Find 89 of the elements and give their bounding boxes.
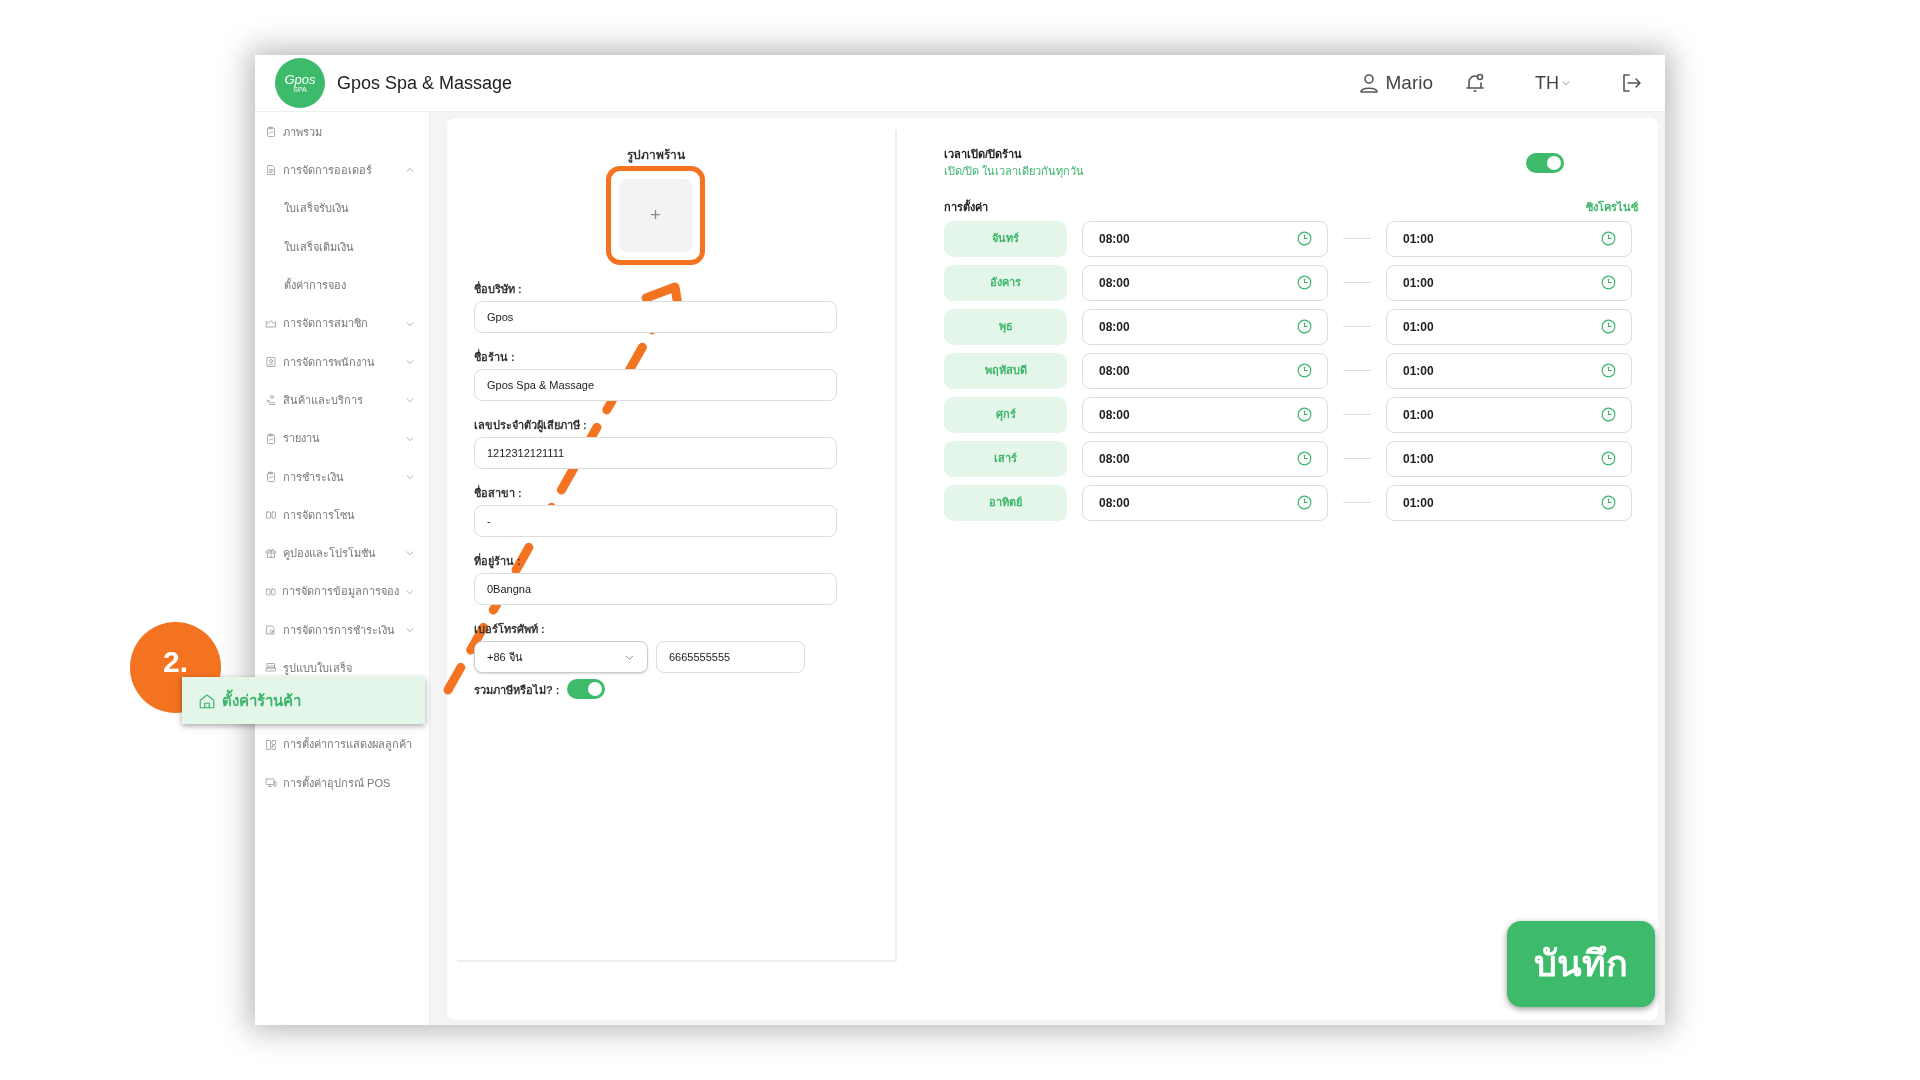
- text-field[interactable]: Gpos Spa & Massage: [474, 369, 837, 401]
- panel-icon: [265, 585, 277, 598]
- sidebar-subitem[interactable]: ใบเสร็จเติมเงิน: [255, 227, 429, 267]
- field-label: เลขประจำตัวผู้เสียภาษี :: [474, 418, 588, 431]
- time-field[interactable]: 01:00: [1386, 396, 1632, 433]
- brand-name: Gpos Spa & Massage: [337, 71, 513, 95]
- text-field[interactable]: Gpos: [474, 301, 837, 333]
- day-label: อาทิตย์: [944, 484, 1067, 521]
- section-title: เวลาเปิด/ปิดร้าน: [944, 147, 1024, 162]
- sidebar-subitem[interactable]: ตั้งค่าการจอง: [255, 266, 429, 305]
- clock-icon: [1600, 318, 1617, 335]
- field-label: ที่อยู่ร้าน :: [474, 553, 522, 567]
- time-field[interactable]: 08:00: [1082, 440, 1328, 477]
- day-label: พุธ: [944, 308, 1067, 345]
- tax-label: รวมภาษีหรือไม่? :: [474, 683, 560, 696]
- sidebar-item[interactable]: คูปองและโปรโมชัน: [255, 534, 429, 573]
- sidebar-item[interactable]: การจัดการสมาชิก: [255, 304, 429, 343]
- country-code-select[interactable]: +86 จีน: [474, 641, 648, 673]
- panel-icon: [265, 509, 277, 522]
- sidebar-item[interactable]: การจัดการการชำระเงิน: [255, 610, 429, 650]
- field-label: ชื่อบริษัท :: [474, 281, 523, 295]
- id-card-icon: [265, 355, 277, 368]
- time-field[interactable]: 08:00: [1082, 308, 1328, 345]
- monitor-icon: [265, 776, 277, 789]
- layout-icon: [265, 738, 277, 751]
- field-label: ชื่อร้าน :: [474, 349, 516, 363]
- language-selector[interactable]: TH: [1535, 69, 1571, 97]
- time-field[interactable]: 01:00: [1386, 308, 1632, 345]
- sidebar-item[interactable]: การจัดการข้อมูลการจอง: [255, 572, 429, 611]
- sidebar-item[interactable]: การจัดการโซน: [255, 495, 429, 535]
- clipboard-icon: [265, 470, 277, 483]
- chevron-down-icon: [1561, 78, 1571, 88]
- sidebar-item[interactable]: รายงาน: [255, 419, 429, 458]
- toggle-switch[interactable]: [1526, 152, 1564, 173]
- clipboard-icon: [265, 126, 277, 139]
- clock-icon: [1296, 230, 1313, 247]
- day-label: เสาร์: [944, 440, 1067, 477]
- time-field[interactable]: 01:00: [1386, 264, 1632, 301]
- text-field[interactable]: 0Bangna: [474, 573, 837, 605]
- clipboard-icon: [265, 432, 277, 445]
- time-field[interactable]: 08:00: [1082, 352, 1328, 389]
- clock-icon: [1600, 406, 1617, 423]
- image-label: รูปภาพร้าน: [626, 147, 685, 164]
- sidebar-subitem[interactable]: ใบเสร็จรับเงิน: [255, 189, 429, 228]
- clock-icon: [1296, 450, 1313, 467]
- day-label: ศุกร์: [944, 396, 1067, 433]
- text-field[interactable]: -: [474, 505, 837, 537]
- sidebar-item[interactable]: สินค้าและบริการ: [255, 381, 429, 420]
- notification-icon[interactable]: [1463, 71, 1487, 95]
- time-field[interactable]: 01:00: [1386, 220, 1632, 257]
- clock-icon: [1296, 274, 1313, 291]
- sidebar-item[interactable]: ภาพรวม: [255, 113, 429, 152]
- clock-icon: [1296, 318, 1313, 335]
- clock-icon: [1600, 274, 1617, 291]
- time-field[interactable]: 01:00: [1386, 440, 1632, 477]
- folder-icon: [265, 624, 277, 636]
- time-field[interactable]: 01:00: [1386, 352, 1632, 389]
- document-icon: [265, 164, 277, 177]
- clock-icon: [1600, 450, 1617, 467]
- sidebar-item[interactable]: การจัดการพนักงาน: [255, 342, 429, 382]
- clock-icon: [1296, 494, 1313, 511]
- clock-icon: [1296, 406, 1313, 423]
- clock-icon: [1600, 362, 1617, 379]
- sidebar-item[interactable]: การจัดการออเดอร์: [255, 151, 429, 190]
- time-field[interactable]: 08:00: [1082, 264, 1328, 301]
- people-icon: [265, 394, 277, 407]
- toggle-switch[interactable]: [567, 679, 606, 699]
- clock-icon: [1296, 362, 1313, 379]
- gift-icon: [265, 547, 277, 560]
- settings-label: การตั้งค่า: [944, 199, 988, 215]
- sidebar-item[interactable]: การชำระเงิน: [255, 457, 429, 496]
- day-label: จันทร์: [944, 220, 1067, 257]
- user-name[interactable]: Mario: [1385, 68, 1433, 98]
- sidebar-item[interactable]: การตั้งค่าการแสดงผลลูกค้า: [255, 725, 429, 764]
- clock-icon: [1600, 230, 1617, 247]
- day-label: อังคาร: [944, 264, 1067, 301]
- phone-field[interactable]: 6665555555: [656, 641, 805, 673]
- time-field[interactable]: 01:00: [1386, 484, 1632, 521]
- crown-icon: [265, 317, 277, 330]
- day-label: พฤหัสบดี: [944, 352, 1067, 389]
- section-subtitle: เปิด/ปิด ในเวลาเดียวกันทุกวัน: [944, 163, 1085, 179]
- time-field[interactable]: 08:00: [1082, 484, 1328, 521]
- time-field[interactable]: 08:00: [1082, 220, 1328, 257]
- text-field[interactable]: 1212312121111: [474, 437, 837, 469]
- printer-icon: [265, 662, 277, 675]
- field-label: ชื่อสาขา :: [474, 485, 523, 499]
- clock-icon: [1600, 494, 1617, 511]
- sidebar-item[interactable]: การตั้งค่าอุปกรณ์ POS: [255, 763, 429, 803]
- time-field[interactable]: 08:00: [1082, 396, 1328, 433]
